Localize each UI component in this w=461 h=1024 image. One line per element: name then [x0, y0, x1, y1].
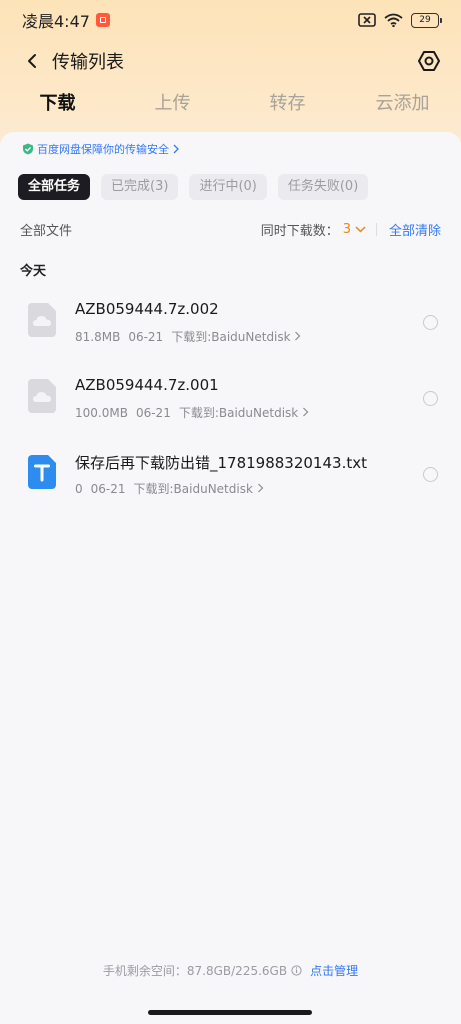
tab-save[interactable]: 转存 — [230, 86, 345, 126]
transfer-tabs: 下载 上传 转存 云添加 — [0, 86, 461, 126]
file-row[interactable]: AZB059444.7z.002 81.8MB 06-21 下载到:BaiduN… — [0, 292, 461, 362]
storage-footer: 手机剩余空间：87.8GB/225.6GB 点击管理 — [0, 962, 461, 979]
cloud-file-icon — [28, 379, 56, 413]
battery-icon: 29 — [411, 12, 442, 28]
concurrent-downloads-value[interactable]: 3 — [343, 222, 351, 237]
page-title: 传输列表 — [52, 52, 124, 73]
file-destination-text: 下载到:BaiduNetdisk — [133, 482, 253, 496]
file-date: 06-21 — [128, 329, 164, 344]
file-destination-text: 下载到:BaiduNetdisk — [178, 406, 299, 420]
cloud-file-icon — [28, 303, 56, 337]
file-meta: 81.8MB 06-21 下载到:BaiduNetdisk — [75, 328, 301, 345]
select-radio[interactable] — [423, 391, 438, 406]
notification-icon — [95, 13, 110, 27]
wifi-icon — [384, 13, 403, 27]
transfer-list-panel: 百度网盘保障你的传输安全 全部任务 已完成(3) 进行中(0) 任务失败(0) … — [0, 132, 461, 1024]
task-filters: 全部任务 已完成(3) 进行中(0) 任务失败(0) — [18, 174, 369, 200]
header: 传输列表 — [0, 40, 461, 82]
file-date: 06-21 — [90, 481, 126, 496]
back-icon[interactable] — [18, 47, 46, 75]
file-row[interactable]: 保存后再下载防出错_1781988320143.txt 0 06-21 下载到:… — [0, 444, 461, 514]
manage-storage-link[interactable]: 点击管理 — [310, 962, 358, 979]
sim-off-icon — [358, 13, 376, 27]
select-radio[interactable] — [423, 467, 438, 482]
security-note-text: 百度网盘保障你的传输安全 — [37, 143, 169, 156]
list-header: 全部文件 同时下载数： 3 全部清除 — [20, 218, 441, 240]
file-destination[interactable]: 下载到:BaiduNetdisk — [179, 404, 309, 421]
text-file-icon — [28, 455, 56, 489]
file-size: 100.0MB — [75, 405, 128, 420]
tab-cloud-add[interactable]: 云添加 — [345, 86, 460, 126]
filter-completed[interactable]: 已完成(3) — [101, 174, 179, 200]
file-destination[interactable]: 下载到:BaiduNetdisk — [134, 480, 264, 497]
file-name: AZB059444.7z.001 — [75, 376, 219, 394]
file-date: 06-21 — [135, 405, 171, 420]
divider — [375, 222, 377, 236]
clear-all-button[interactable]: 全部清除 — [389, 220, 441, 239]
all-files-label: 全部文件 — [20, 223, 73, 239]
filter-all-tasks[interactable]: 全部任务 — [18, 174, 91, 200]
chevron-right-icon — [257, 483, 264, 493]
chevron-down-icon[interactable] — [355, 225, 366, 233]
file-destination-text: 下载到:BaiduNetdisk — [171, 330, 291, 344]
filter-in-progress[interactable]: 进行中(0) — [189, 174, 267, 200]
status-bar: 凌晨4:47 29 — [0, 0, 461, 40]
storage-info: 手机剩余空间：87.8GB/225.6GB — [102, 964, 288, 978]
section-title-today: 今天 — [20, 264, 47, 279]
select-radio[interactable] — [423, 315, 438, 330]
home-indicator[interactable] — [148, 1010, 312, 1015]
file-name: 保存后再下载防出错_1781988320143.txt — [75, 454, 367, 472]
file-meta: 100.0MB 06-21 下载到:BaiduNetdisk — [75, 404, 309, 421]
file-row[interactable]: AZB059444.7z.001 100.0MB 06-21 下载到:Baidu… — [0, 368, 461, 438]
info-icon[interactable] — [291, 965, 302, 976]
chevron-right-icon — [295, 331, 301, 341]
file-meta: 0 06-21 下载到:BaiduNetdisk — [75, 480, 264, 497]
chevron-right-icon — [173, 144, 179, 154]
filter-failed[interactable]: 任务失败(0) — [277, 174, 369, 200]
tab-download[interactable]: 下载 — [0, 86, 115, 126]
status-time: 凌晨4:47 — [22, 12, 90, 31]
shield-icon — [23, 143, 33, 155]
concurrent-downloads-label: 同时下载数： — [260, 223, 339, 239]
file-size: 81.8MB — [75, 329, 121, 344]
file-size: 0 — [75, 481, 83, 496]
tab-upload[interactable]: 上传 — [115, 86, 230, 126]
settings-icon[interactable] — [415, 47, 443, 75]
security-note[interactable]: 百度网盘保障你的传输安全 — [22, 141, 180, 157]
file-name: AZB059444.7z.002 — [75, 300, 219, 318]
file-destination[interactable]: 下载到:BaiduNetdisk — [171, 328, 301, 345]
chevron-right-icon — [303, 407, 309, 417]
